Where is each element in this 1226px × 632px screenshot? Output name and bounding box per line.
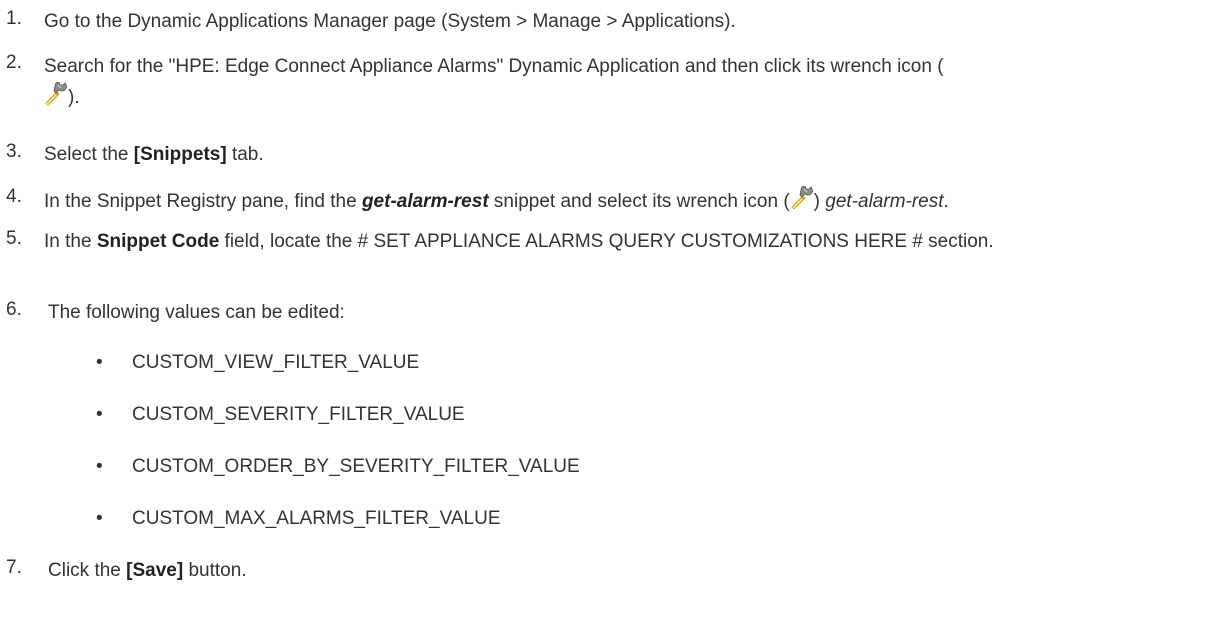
bullet-text: CUSTOM_SEVERITY_FILTER_VALUE <box>132 404 465 425</box>
step-text: Go to the Dynamic Applications Manager p… <box>44 11 736 32</box>
bullet-text: CUSTOM_ORDER_BY_SEVERITY_FILTER_VALUE <box>132 456 580 477</box>
snippet-name-italic: get-alarm-rest <box>825 191 944 212</box>
snippet-code-label: Snippet Code <box>96 231 220 252</box>
wrench-icon[interactable] <box>790 185 814 210</box>
list-item: • CUSTOM_SEVERITY_FILTER_VALUE <box>96 401 1206 428</box>
step-number: 3. <box>6 141 22 162</box>
step-text: Click the [Save] button. <box>48 560 247 581</box>
snippets-tab-label: [Snippets] <box>133 144 227 165</box>
wrench-icon[interactable] <box>44 81 68 106</box>
step-number: 4. <box>6 186 22 207</box>
save-button-label: [Save] <box>126 560 184 581</box>
bullet-text: CUSTOM_MAX_ALARMS_FILTER_VALUE <box>132 508 501 529</box>
step-number: 7. <box>6 557 22 578</box>
bullet: • <box>96 352 103 373</box>
list-item: • CUSTOM_VIEW_FILTER_VALUE <box>96 349 1206 376</box>
bullet-text: CUSTOM_VIEW_FILTER_VALUE <box>132 352 420 373</box>
step-number: 1. <box>6 8 22 29</box>
step-text: In the Snippet Code field, locate the # … <box>44 231 994 252</box>
bullet: • <box>96 456 103 477</box>
bullet: • <box>96 404 103 425</box>
step-number: 6. <box>6 299 22 320</box>
step-number: 2. <box>6 52 22 73</box>
list-item: • CUSTOM_MAX_ALARMS_FILTER_VALUE <box>96 505 1206 532</box>
list-item: • CUSTOM_ORDER_BY_SEVERITY_FILTER_VALUE <box>96 453 1206 480</box>
step-text: Search for the "HPE: Edge Connect Applia… <box>44 56 944 108</box>
step-text: Select the [Snippets] tab. <box>44 144 264 165</box>
instruction-steps: 1. Go to the Dynamic Applications Manage… <box>0 0 1226 632</box>
snippet-name: get-alarm-rest <box>361 191 489 212</box>
step-text: The following values can be edited: <box>48 302 345 323</box>
step-text: In the Snippet Registry pane, find the g… <box>44 185 1212 215</box>
bullet: • <box>96 508 103 529</box>
step-number: 5. <box>6 228 22 249</box>
